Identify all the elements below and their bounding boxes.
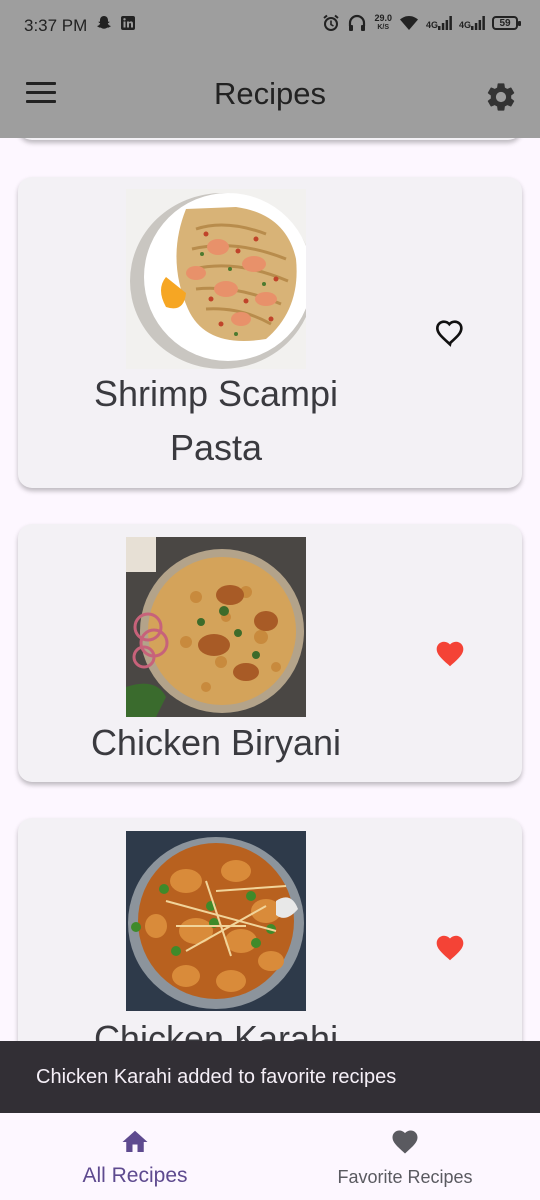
app-bar: Recipes bbox=[0, 56, 540, 138]
recipe-card[interactable]: Shrimp Scampi Pasta bbox=[18, 177, 522, 488]
speed-value: 29.0 bbox=[374, 13, 392, 23]
home-icon bbox=[122, 1130, 148, 1152]
recipe-card-partial[interactable] bbox=[18, 138, 522, 140]
snackbar: Chicken Karahi added to favorite recipes bbox=[0, 1041, 540, 1113]
nav-label: All Recipes bbox=[82, 1164, 188, 1187]
speed-unit: K/S bbox=[377, 24, 390, 31]
heart-icon bbox=[392, 1130, 418, 1154]
network-type-1: 4G bbox=[425, 20, 438, 30]
status-time: 3:37 PM bbox=[24, 16, 88, 35]
snapchat-icon bbox=[97, 16, 111, 29]
heart-outline-icon[interactable] bbox=[433, 317, 467, 349]
recipe-image-shrimp-scampi-pasta bbox=[126, 189, 306, 369]
signal-1: 4G bbox=[426, 16, 452, 30]
bottom-navigation: All Recipes Favorite Recipes bbox=[0, 1113, 540, 1200]
snackbar-message: Chicken Karahi added to favorite recipes bbox=[36, 1066, 397, 1088]
nav-label: Favorite Recipes bbox=[337, 1167, 473, 1187]
battery-level: 59 bbox=[499, 17, 511, 29]
recipe-list[interactable]: Shrimp Scampi Pasta Chicken Biryani Chic… bbox=[0, 138, 540, 1041]
signal-bars-icon bbox=[437, 16, 452, 30]
battery-icon: 59 bbox=[492, 16, 521, 30]
recipe-image-chicken-karahi bbox=[126, 831, 306, 1011]
gear-icon[interactable] bbox=[484, 80, 518, 114]
wifi-icon bbox=[399, 16, 418, 30]
recipe-title: Shrimp Scampi Pasta bbox=[93, 373, 339, 468]
heart-filled-icon[interactable] bbox=[433, 932, 467, 964]
status-bar: 3:37 PM 29.0 K/S 4G 4G 59 bbox=[0, 0, 540, 56]
alarm-icon bbox=[323, 14, 340, 31]
recipe-image-chicken-biryani bbox=[126, 537, 306, 717]
recipe-title: Chicken Karahi bbox=[93, 1018, 339, 1041]
heart-filled-icon[interactable] bbox=[433, 638, 467, 670]
network-speed: 29.0 K/S bbox=[374, 14, 392, 32]
page-title: Recipes bbox=[214, 76, 326, 111]
signal-bars-icon bbox=[471, 16, 485, 30]
signal-2: 4G bbox=[459, 16, 485, 30]
recipe-title: Chicken Biryani bbox=[90, 722, 342, 763]
recipe-card[interactable]: Chicken Karahi bbox=[18, 818, 522, 1041]
nav-all-recipes[interactable]: All Recipes bbox=[0, 1113, 270, 1200]
linkedin-icon bbox=[121, 16, 135, 30]
headphones-icon bbox=[349, 14, 366, 31]
nav-favorite-recipes[interactable]: Favorite Recipes bbox=[270, 1113, 540, 1200]
recipe-card[interactable]: Chicken Biryani bbox=[18, 524, 522, 782]
network-type-2: 4G bbox=[458, 20, 471, 30]
